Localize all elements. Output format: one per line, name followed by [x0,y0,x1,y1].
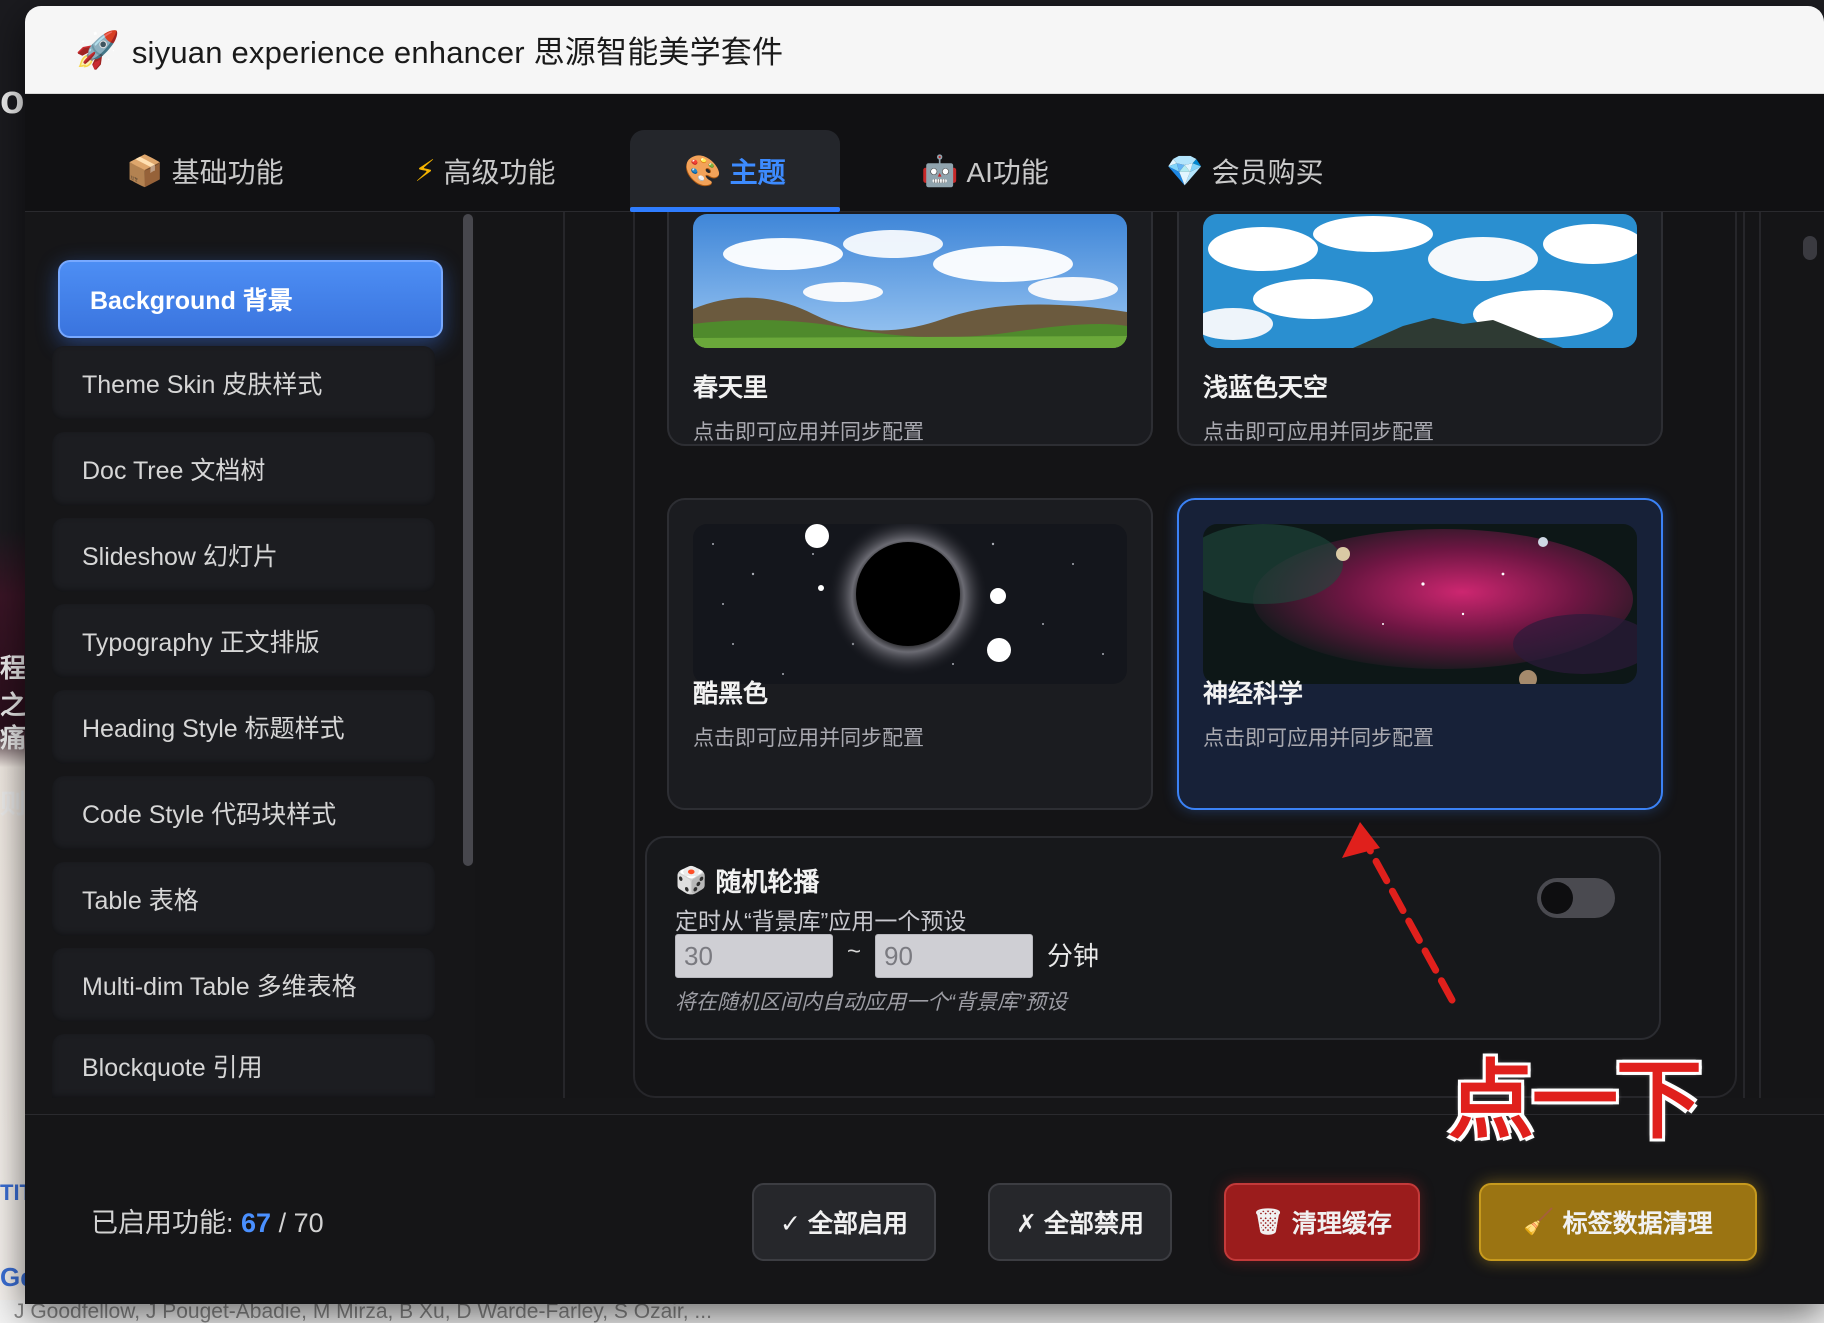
interval-unit-label: 分钟 [1047,941,1100,971]
trash-icon: 🗑 [1252,1207,1284,1236]
card-name: 酷黑色 [693,680,769,708]
card-name: 春天里 [693,374,769,402]
broom-icon: 🧹 [1523,1207,1555,1236]
sidebar-item-theme-skin[interactable]: Theme Skin 皮肤样式 [52,346,435,420]
tab-ai[interactable]: 🤖 AI功能 [905,130,1065,212]
sidebar-scrollbar-thumb[interactable] [463,214,473,866]
random-carousel-subtitle: 定时从“背景库”应用一个预设 [675,908,967,934]
annotation-arrow [1342,822,1456,1004]
background-card-cool-black[interactable]: 酷黑色 点击即可应用并同步配置 [667,498,1153,810]
dice-icon: 🎲 [675,865,708,895]
total-count: / 70 [271,1208,324,1238]
robot-icon: 🤖 [921,154,959,188]
clean-tag-data-button[interactable]: 🧹 标签数据清理 [1479,1183,1757,1261]
column-divider [1759,212,1761,1098]
spring-landscape-image [693,214,1127,348]
main-tabbar: 📦 基础功能 ⚡ 高级功能 🎨 主题 🤖 AI功能 💎 会员购买 [25,94,1824,212]
tab-advanced[interactable]: ⚡ 高级功能 [395,130,575,212]
card-thumbnail [1203,524,1637,684]
theme-sidebar: Background 背景 Theme Skin 皮肤样式 Doc Tree 文… [25,212,470,1098]
enabled-count: 67 [241,1208,272,1238]
black-hole-image [693,524,1127,684]
sidebar-item-typography[interactable]: Typography 正文排版 [52,604,435,678]
sidebar-item-code-style[interactable]: Code Style 代码块样式 [52,776,435,850]
column-divider [563,212,565,1098]
dialog-title: siyuan experience enhancer 思源智能美学套件 [131,35,784,70]
random-carousel-title: 🎲 随机轮播 [675,865,820,897]
sidebar-item-background[interactable]: Background 背景 [58,260,443,338]
tab-theme[interactable]: 🎨 主题 [630,130,840,212]
sidebar-item-table[interactable]: Table 表格 [52,862,435,936]
background-card-neuroscience[interactable]: 神经科学 点击即可应用并同步配置 [1177,498,1663,810]
random-carousel-panel: 🎲 随机轮播 定时从“背景库”应用一个预设 ~ 分钟 将在随机区间内自动应用一个… [645,836,1661,1040]
enabled-features-status: 已启用功能: 67 / 70 [91,1208,324,1238]
random-carousel-toggle[interactable] [1537,878,1615,918]
diamond-icon: 💎 [1166,154,1204,188]
sidebar-item-multi-dim-table[interactable]: Multi-dim Table 多维表格 [52,948,435,1022]
tab-label: 基础功能 [171,157,284,188]
tab-membership[interactable]: 💎 会员购买 [1155,130,1335,212]
interval-max-input[interactable] [875,934,1033,978]
sidebar-item-heading-style[interactable]: Heading Style 标题样式 [52,690,435,764]
tab-label: AI功能 [966,157,1049,188]
package-icon: 📦 [126,154,164,188]
card-thumbnail [693,524,1127,684]
interval-separator: ~ [847,938,862,965]
sidebar-item-doc-tree[interactable]: Doc Tree 文档树 [52,432,435,506]
annotation-click-here: 点一下 [1448,1051,1702,1151]
tab-label: 主题 [729,157,786,188]
tab-basic[interactable]: 📦 基础功能 [115,130,295,212]
card-description: 点击即可应用并同步配置 [1203,727,1434,750]
tab-label: 会员购买 [1211,157,1324,188]
card-description: 点击即可应用并同步配置 [693,421,924,444]
content-scrollbar-thumb[interactable] [1803,236,1817,260]
card-description: 点击即可应用并同步配置 [693,727,924,750]
card-name: 神经科学 [1203,680,1304,708]
background-card-spring[interactable]: 春天里 点击即可应用并同步配置 [667,212,1153,446]
lightning-icon: ⚡ [414,154,436,188]
blue-sky-image [1203,214,1637,348]
dialog-titlebar: 🚀 siyuan experience enhancer 思源智能美学套件 [25,6,1824,94]
rocket-icon: 🚀 [75,28,120,70]
sidebar-item-slideshow[interactable]: Slideshow 幻灯片 [52,518,435,592]
toggle-knob [1541,882,1573,914]
card-description: 点击即可应用并同步配置 [1203,421,1434,444]
background-card-light-blue-sky[interactable]: 浅蓝色天空 点击即可应用并同步配置 [1177,212,1663,446]
random-carousel-hint: 将在随机区间内自动应用一个“背景库”预设 [675,991,1067,1014]
card-thumbnail [693,214,1127,348]
interval-min-input[interactable] [675,934,833,978]
tab-label: 高级功能 [443,157,556,188]
card-thumbnail [1203,214,1637,348]
enable-all-button[interactable]: ✓ 全部启用 [752,1183,936,1261]
disable-all-button[interactable]: ✗ 全部禁用 [988,1183,1172,1261]
palette-icon: 🎨 [684,154,722,188]
nebula-image [1203,524,1637,684]
clear-cache-button[interactable]: 🗑 清理缓存 [1224,1183,1420,1261]
card-name: 浅蓝色天空 [1203,374,1329,402]
column-divider [1743,212,1745,1098]
sidebar-item-blockquote[interactable]: Blockquote 引用 [52,1034,435,1098]
